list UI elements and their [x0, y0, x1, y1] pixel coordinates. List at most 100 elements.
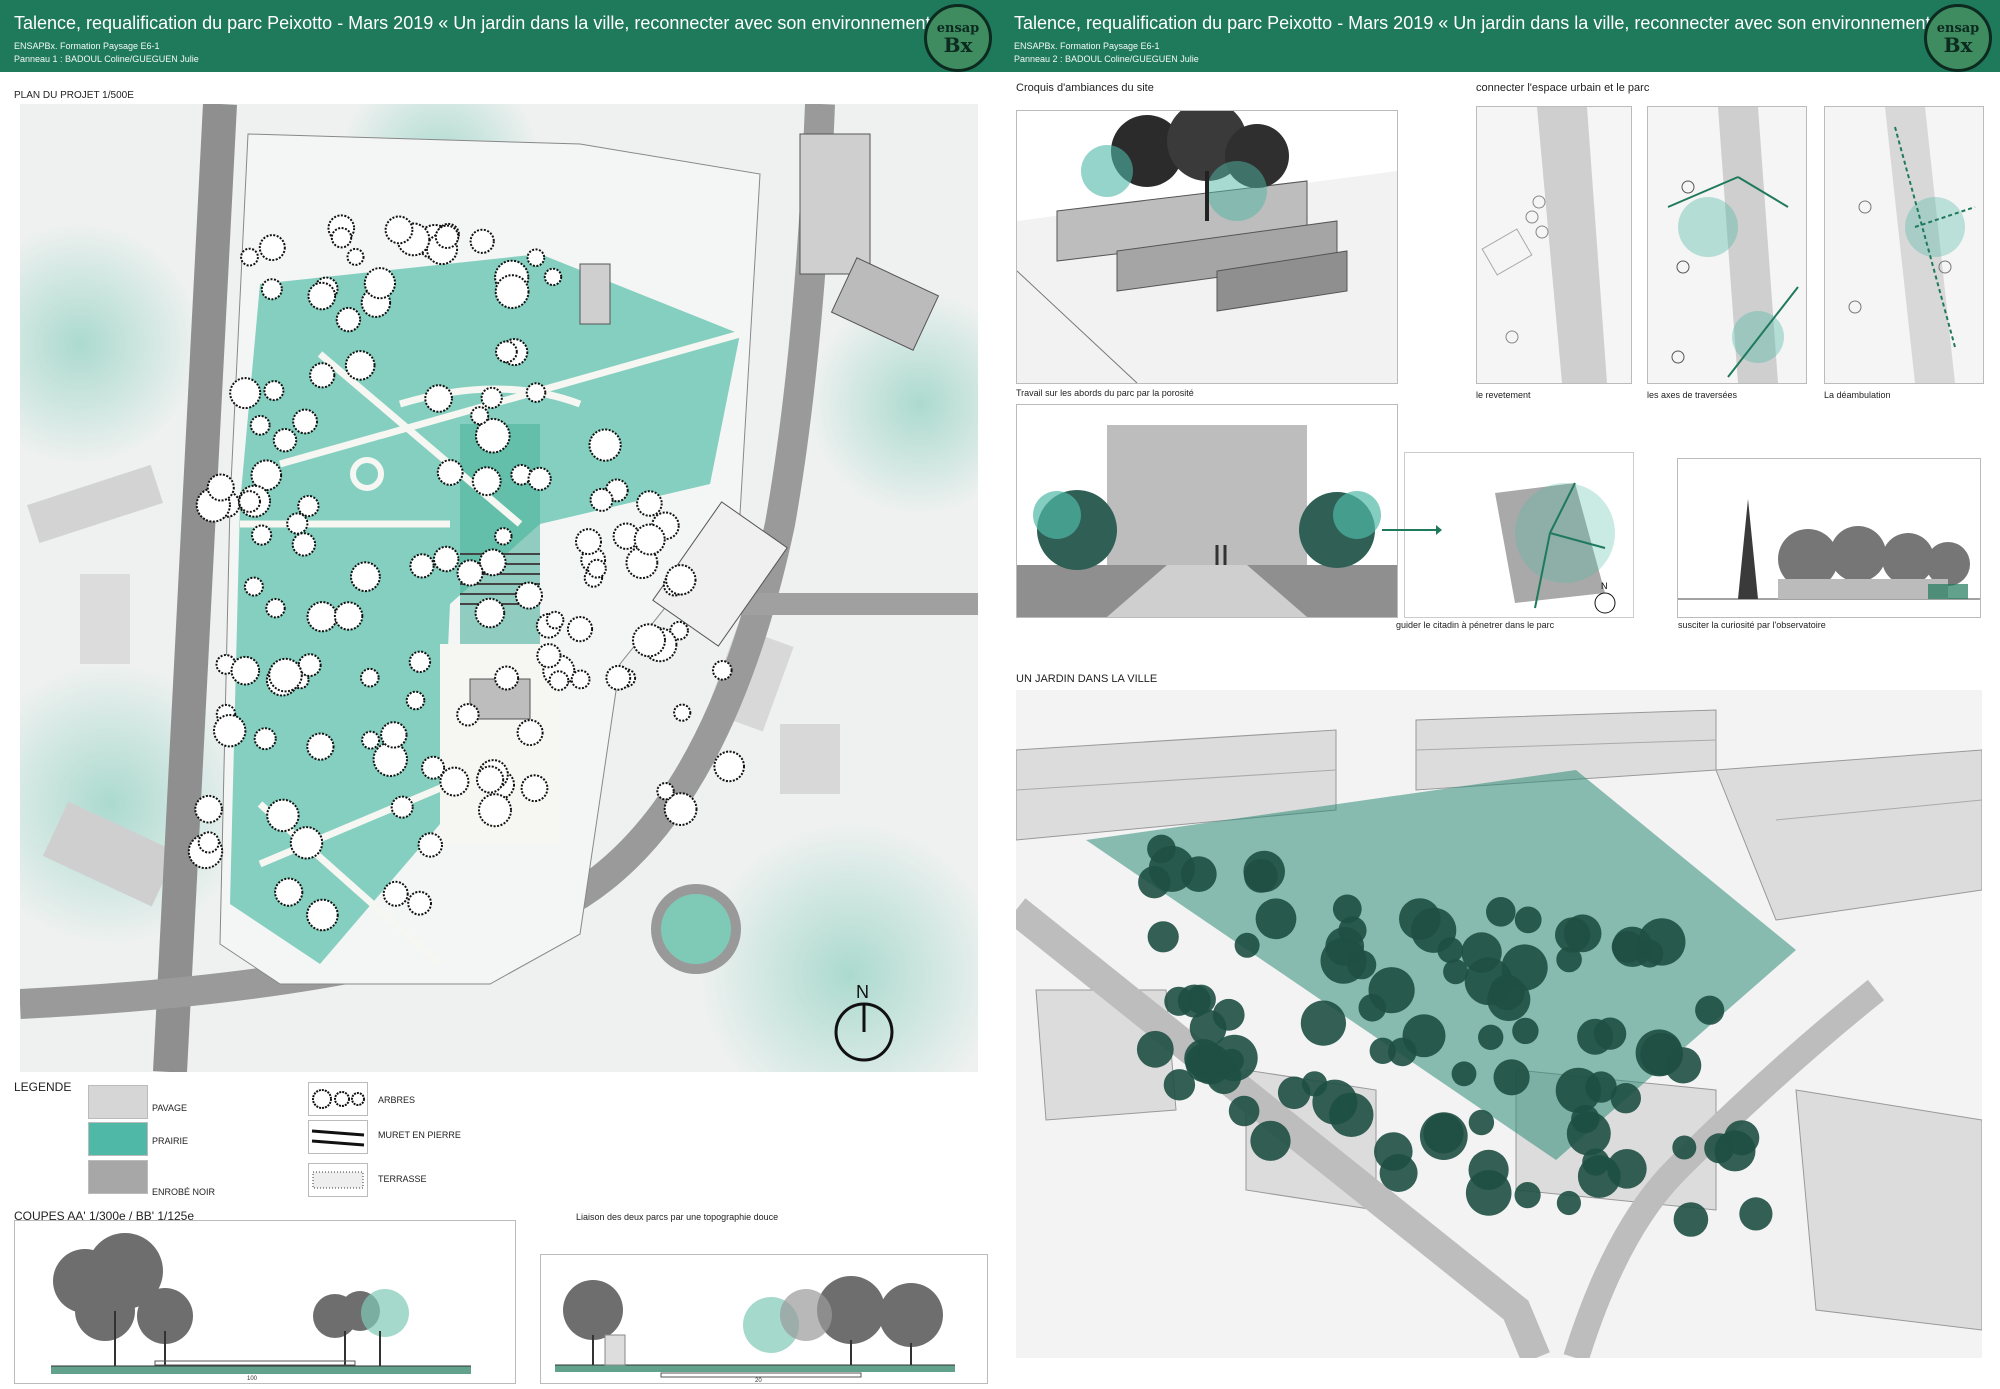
legend-enrobe: ENROBÉ NOIR	[152, 1187, 216, 1197]
jardin-label: UN JARDIN DANS LA VILLE	[1016, 673, 1158, 685]
tree-icon	[1147, 921, 1179, 953]
tree-icon	[1486, 897, 1516, 927]
legend-swatch-enrobe	[88, 1160, 148, 1194]
tree-icon	[633, 523, 666, 556]
tree-icon	[575, 528, 602, 556]
master-plan-drawing: N	[20, 104, 978, 1072]
diagram-deambulation-drawing	[1848, 107, 1976, 383]
tree-icon	[1464, 957, 1513, 1005]
tree-icon	[291, 532, 317, 557]
tree-icon	[456, 703, 480, 727]
tree-icon	[1577, 1155, 1621, 1198]
tree-icon	[1338, 916, 1367, 945]
arrow-icon	[1382, 525, 1442, 535]
master-plan: N	[20, 104, 978, 1072]
tree-icon	[1147, 834, 1176, 864]
tree-icon	[526, 248, 546, 267]
tree-icon	[515, 581, 543, 610]
tree-icon	[251, 524, 273, 546]
tree-icon	[390, 795, 414, 819]
tree-icon	[372, 741, 408, 777]
sketch-allee-drawing	[1017, 425, 1397, 617]
tree-icon	[478, 793, 512, 828]
caption-curiosite: susciter la curiosité par l'observatoire	[1678, 620, 1826, 630]
tree-icon	[1468, 1109, 1495, 1136]
tree-icon	[1138, 866, 1171, 899]
croquis-label: Croquis d'ambiances du site	[1016, 82, 1154, 94]
tree-icon	[292, 408, 319, 435]
tree-icon	[1184, 1039, 1224, 1078]
tree-icon	[713, 750, 746, 783]
tree-icon	[1739, 1197, 1773, 1231]
tree-icon	[272, 428, 298, 453]
legend-title: LEGENDE	[14, 1080, 72, 1094]
tree-icon	[1329, 1092, 1374, 1137]
tree-icon	[306, 898, 339, 932]
section-bb-drawing: 20	[555, 1276, 955, 1383]
tree-icon	[335, 306, 362, 333]
diagram-deambulation	[1824, 106, 1984, 384]
tree-icon	[456, 559, 484, 587]
tree-icon	[470, 406, 490, 426]
tree-icon	[494, 665, 520, 691]
tree-icon	[421, 755, 446, 780]
tree-icon	[1419, 1112, 1468, 1160]
tree-icon	[1399, 898, 1441, 940]
tree-icon	[382, 880, 409, 907]
tree-icon	[197, 831, 220, 854]
tree-icon	[238, 490, 262, 513]
tree-icon	[1478, 1024, 1504, 1050]
north-label-2: N	[1601, 581, 1608, 591]
tree-icon	[384, 215, 414, 245]
legend-swatch-pavage	[88, 1085, 148, 1119]
tree-icon	[380, 721, 408, 749]
tree-icon	[1610, 1083, 1641, 1114]
tree-icon	[409, 553, 435, 579]
tree-icon	[307, 281, 337, 311]
caption-axes: les axes de traversées	[1647, 390, 1738, 400]
tree-icon	[1163, 1069, 1196, 1101]
tree-icon	[1724, 1120, 1760, 1156]
tree-icon	[527, 466, 552, 491]
legend-swatch-muret	[308, 1120, 368, 1154]
tree-icon	[268, 657, 303, 693]
tree-icon	[243, 576, 264, 597]
legend-arbres: ARBRES	[378, 1095, 416, 1105]
header-title-2: Talence, requalification du parc Peixott…	[1014, 13, 1941, 33]
tree-icon	[436, 459, 464, 486]
tree-icon	[265, 598, 286, 619]
tree-icon	[673, 703, 692, 722]
tree-icon	[286, 512, 309, 535]
sketch-wall	[1016, 110, 1398, 384]
tree-icon	[589, 487, 614, 512]
tree-icon	[344, 350, 376, 381]
tree-icon	[494, 527, 513, 546]
tree-icon	[1300, 1000, 1346, 1046]
tree-icon	[1379, 1154, 1418, 1192]
legend-pavage: PAVAGE	[152, 1103, 188, 1113]
section-aa-drawing: 100	[51, 1233, 471, 1382]
header-title: Talence, requalification du parc Peixott…	[14, 13, 941, 33]
tree-icon	[407, 890, 433, 916]
legend-swatch-terrasse	[308, 1163, 368, 1197]
tree-icon	[1635, 1029, 1683, 1077]
tree-icon	[1234, 932, 1260, 958]
tree-icon	[1514, 1182, 1541, 1209]
tree-icon	[588, 428, 622, 462]
tree-icon	[312, 1089, 365, 1109]
section-aa: 100	[14, 1220, 516, 1384]
tree-icon	[1465, 1170, 1512, 1216]
tree-icon	[360, 667, 380, 688]
tree-icon	[1638, 918, 1686, 966]
ensap-logo-2: ensap Bx	[1924, 4, 1992, 72]
caption-revetement: le revetement	[1476, 390, 1531, 400]
section-bb-scale: 20	[755, 1378, 762, 1383]
tree-icon	[632, 623, 666, 658]
tree-icon	[1368, 967, 1415, 1014]
legend-swatch-prairie	[88, 1122, 148, 1156]
tree-icon	[260, 278, 283, 301]
tree-icon	[1672, 1135, 1697, 1160]
tree-icon	[240, 247, 259, 267]
legend-swatch-arbres	[308, 1082, 368, 1116]
tree-icon	[266, 798, 300, 833]
